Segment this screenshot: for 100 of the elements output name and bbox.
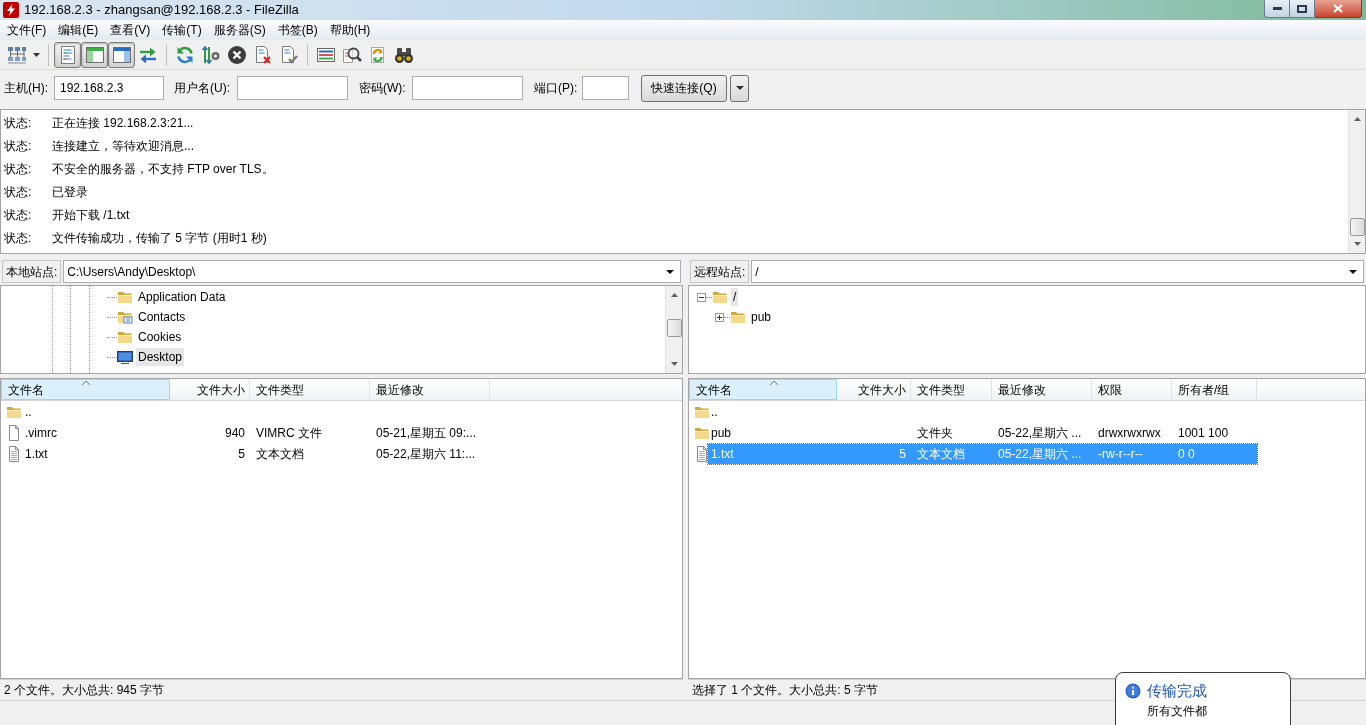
folder-icon bbox=[712, 289, 728, 305]
tree-item[interactable]: pub bbox=[749, 308, 774, 326]
maximize-icon bbox=[1297, 4, 1307, 13]
minimize-icon bbox=[1272, 7, 1282, 10]
menu-item[interactable]: 书签(B) bbox=[271, 20, 324, 40]
refresh-icon bbox=[175, 44, 195, 65]
document-cross-icon bbox=[253, 44, 273, 65]
file-type: 文本文档 bbox=[917, 445, 965, 463]
history-dropdown[interactable] bbox=[730, 74, 749, 102]
column-header[interactable]: 最近修改 bbox=[370, 379, 490, 400]
column-header[interactable]: 文件名 bbox=[1, 379, 170, 400]
info-icon bbox=[1125, 683, 1141, 699]
folder-icon bbox=[117, 329, 133, 345]
log-message: 连接建立，等待欢迎消息... bbox=[52, 137, 194, 155]
column-header[interactable]: 权限 bbox=[1092, 379, 1172, 400]
file-name[interactable]: pub bbox=[711, 423, 732, 442]
log-message: 不安全的服务器，不支持 FTP over TLS。 bbox=[52, 160, 274, 178]
bars-gear-icon bbox=[201, 44, 221, 65]
modified-date: 05-22,星期六 ... bbox=[998, 445, 1082, 463]
log-scrollbar[interactable] bbox=[1348, 110, 1365, 253]
quickconnect-button[interactable]: 快速连接(Q) bbox=[641, 74, 727, 102]
log-label: 状态: bbox=[3, 206, 33, 224]
password-label: 密码(W): bbox=[359, 80, 407, 97]
local-tree-toggle[interactable] bbox=[81, 41, 108, 68]
password-field[interactable] bbox=[412, 76, 523, 100]
tree-item[interactable]: Cookies bbox=[136, 328, 184, 346]
tree-item[interactable]: Application Data bbox=[136, 288, 228, 306]
tree-guide-line bbox=[706, 296, 712, 298]
path-combobox[interactable]: / bbox=[751, 260, 1364, 283]
menu-item[interactable]: 帮助(H) bbox=[323, 20, 377, 40]
file-type: 文件夹 bbox=[917, 424, 953, 442]
notification-message: 所有文件都 bbox=[1147, 703, 1208, 719]
scrollbar-thumb[interactable] bbox=[666, 319, 682, 337]
modified-date: 05-22,星期六 ... bbox=[998, 424, 1082, 442]
folder-icon bbox=[730, 309, 746, 325]
right-panel-icon bbox=[111, 44, 132, 65]
scrollbar-thumb[interactable] bbox=[1349, 218, 1365, 236]
server-grid-icon bbox=[7, 44, 27, 65]
tree-item[interactable]: Desktop bbox=[136, 348, 185, 366]
document-check-icon bbox=[279, 44, 299, 65]
menu-item[interactable]: 编辑(E) bbox=[52, 20, 105, 40]
log-message: 正在连接 192.168.2.3:21... bbox=[52, 114, 194, 132]
scroll-up-icon[interactable] bbox=[1353, 117, 1361, 121]
status-text: 选择了 1 个文件。大小总共: 5 字节 bbox=[692, 682, 879, 699]
column-header[interactable]: 文件名 bbox=[689, 379, 837, 400]
modified-date: 05-21,星期五 09:... bbox=[376, 424, 477, 442]
menu-item[interactable]: 服务器(S) bbox=[207, 20, 272, 40]
menu-item[interactable]: 传输(T) bbox=[156, 20, 208, 40]
modified-date: 05-22,星期六 11:... bbox=[376, 445, 476, 463]
port-field[interactable] bbox=[582, 76, 629, 100]
log-label: 状态: bbox=[3, 183, 33, 201]
column-header[interactable]: 最近修改 bbox=[992, 379, 1092, 400]
minimize-button[interactable] bbox=[1264, 0, 1290, 18]
username-field[interactable] bbox=[237, 76, 348, 100]
file-name[interactable]: .vimrc bbox=[25, 423, 57, 442]
menu-item[interactable]: 文件(F) bbox=[1, 20, 53, 40]
host-label: 主机(H): bbox=[4, 80, 49, 97]
site-label: 本地站点: bbox=[2, 260, 62, 283]
caret-icon bbox=[735, 86, 744, 90]
close-icon bbox=[1333, 4, 1343, 13]
message-log-toggle[interactable] bbox=[54, 41, 81, 68]
scroll-down-icon[interactable] bbox=[1353, 242, 1361, 246]
tree-item[interactable]: Contacts bbox=[136, 308, 188, 326]
path-combobox[interactable]: C:\Users\Andy\Desktop\ bbox=[63, 260, 681, 283]
log-message: 文件传输成功，传输了 5 字节 (用时1 秒) bbox=[52, 229, 267, 247]
collapse-icon[interactable] bbox=[697, 292, 706, 302]
expand-icon[interactable] bbox=[715, 312, 724, 322]
file-name[interactable]: 1.txt bbox=[25, 444, 48, 463]
tree-item[interactable]: / bbox=[731, 288, 739, 306]
file-icon bbox=[6, 424, 22, 441]
maximize-button[interactable] bbox=[1290, 0, 1315, 18]
column-header[interactable]: 文件大小 bbox=[170, 379, 250, 400]
column-header[interactable]: 文件类型 bbox=[911, 379, 992, 400]
file-size: 940 bbox=[224, 424, 245, 442]
scroll-down-icon[interactable] bbox=[670, 362, 678, 366]
file-size: 5 bbox=[238, 445, 245, 463]
text-file-icon bbox=[694, 445, 710, 462]
log-label: 状态: bbox=[3, 137, 33, 155]
column-header[interactable]: 所有者/组 bbox=[1172, 379, 1257, 400]
dropdown-caret-icon[interactable] bbox=[1349, 269, 1357, 274]
folder-icon bbox=[117, 289, 133, 305]
permissions: drwxrwxrwx bbox=[1098, 424, 1161, 442]
close-button[interactable] bbox=[1315, 0, 1362, 18]
monitor-icon bbox=[117, 349, 133, 365]
remote-tree-toggle[interactable] bbox=[108, 41, 135, 68]
tree-scrollbar[interactable] bbox=[665, 286, 682, 373]
log-label: 状态: bbox=[3, 160, 33, 178]
permissions: -rw-r--r-- bbox=[1098, 445, 1143, 463]
window-title: 192.168.2.3 - zhangsan@192.168.2.3 - FileZilla bbox=[24, 1, 299, 20]
port-label: 端口(P): bbox=[534, 80, 579, 97]
column-header[interactable]: 文件类型 bbox=[250, 379, 370, 400]
file-name[interactable]: .. bbox=[25, 402, 32, 421]
menu-item[interactable]: 查看(V) bbox=[104, 20, 157, 40]
dropdown-caret-icon[interactable] bbox=[666, 269, 674, 274]
file-name[interactable]: .. bbox=[711, 402, 718, 421]
scroll-up-icon[interactable] bbox=[670, 293, 678, 297]
host-field[interactable]: 192.168.2.3 bbox=[54, 76, 164, 100]
owner-group: 1001 100 bbox=[1178, 423, 1229, 442]
left-panel-icon bbox=[84, 44, 105, 65]
column-header[interactable]: 文件大小 bbox=[837, 379, 911, 400]
